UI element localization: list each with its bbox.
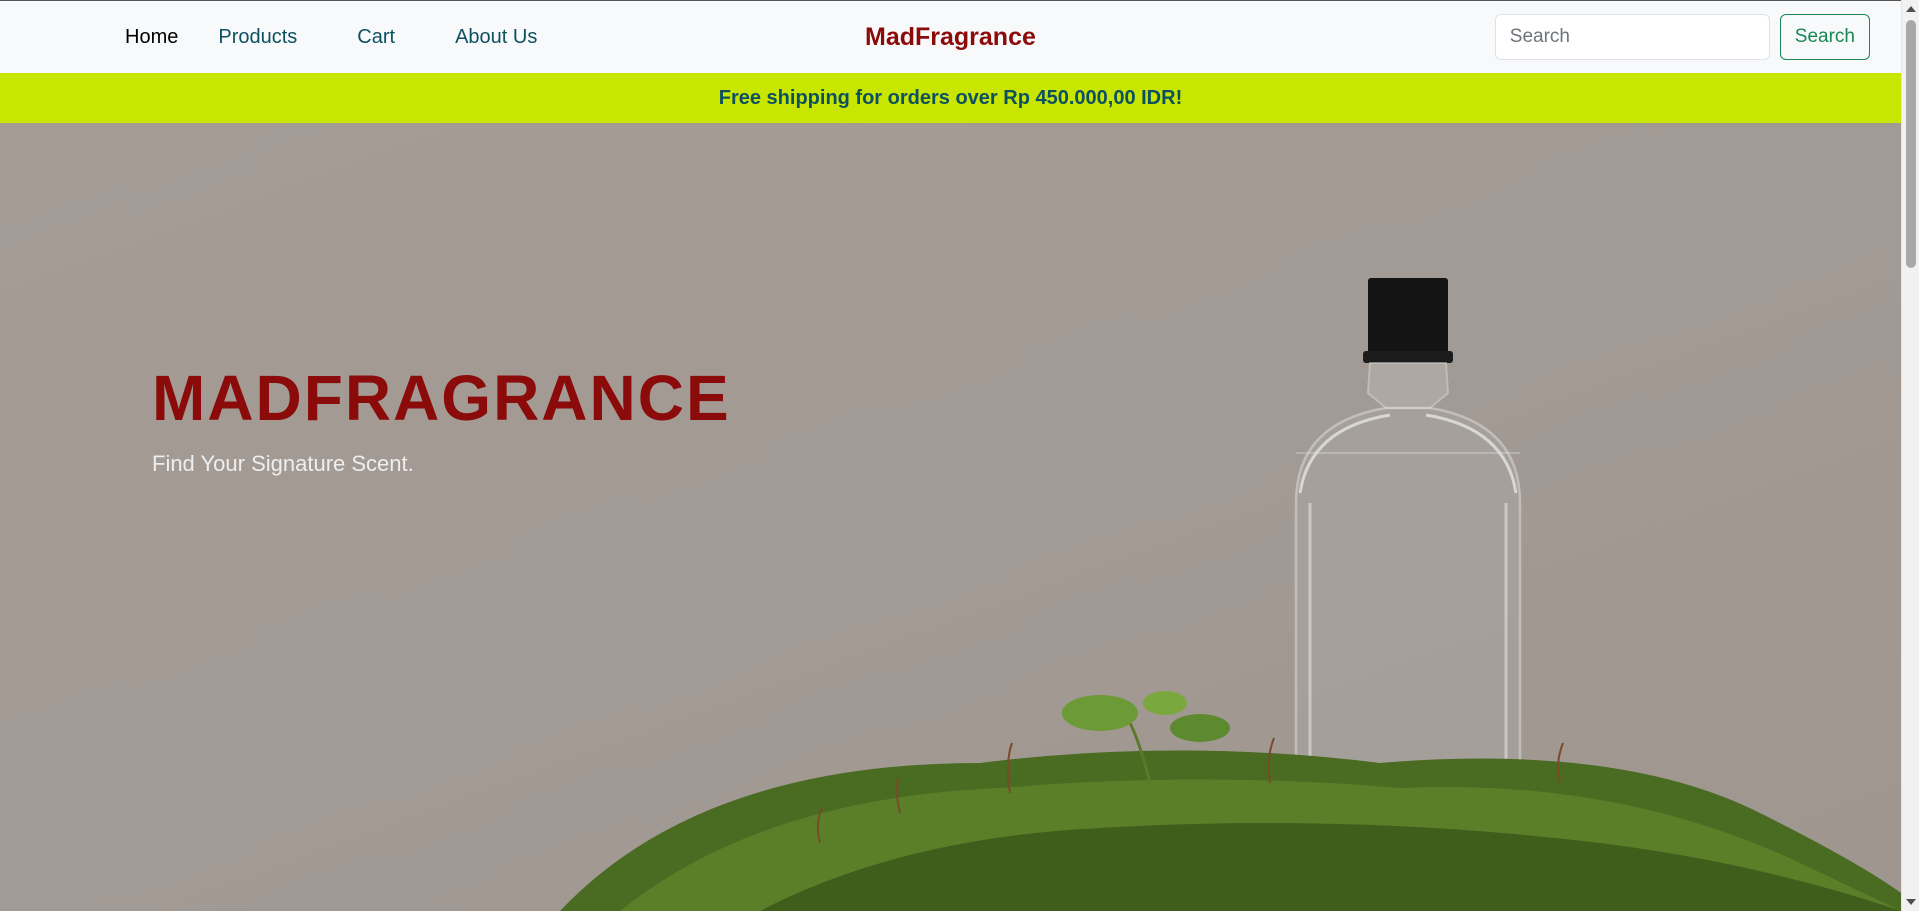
promo-banner: Free shipping for orders over Rp 450.000… <box>0 73 1901 123</box>
search-button[interactable]: Search <box>1779 14 1870 60</box>
search-form: Search <box>1494 14 1870 60</box>
hero-title: MADFRAGRANCE <box>152 362 731 434</box>
nav-link-cart[interactable]: Cart <box>357 23 395 51</box>
promo-text: Free shipping for orders over Rp 450.000… <box>718 86 1183 109</box>
scrollbar-thumb[interactable] <box>1906 20 1916 268</box>
nav-links: Home Products Cart About Us <box>125 23 577 51</box>
scroll-down-icon[interactable] <box>1906 899 1916 905</box>
brand-logo[interactable]: MadFragrance <box>865 22 1036 52</box>
hero-image <box>0 123 1901 911</box>
page: Home Products Cart About Us MadFragrance… <box>0 0 1919 911</box>
scroll-up-icon[interactable] <box>1906 6 1916 12</box>
hero-section: MADFRAGRANCE Find Your Signature Scent. <box>0 123 1901 911</box>
navbar: Home Products Cart About Us MadFragrance… <box>0 0 1901 73</box>
nav-link-products[interactable]: Products <box>218 23 297 51</box>
vertical-scrollbar[interactable] <box>1901 0 1919 911</box>
nav-link-about-us[interactable]: About Us <box>455 23 537 51</box>
nav-link-home[interactable]: Home <box>125 23 178 51</box>
hero-subtitle: Find Your Signature Scent. <box>152 451 414 476</box>
search-input[interactable] <box>1494 14 1770 60</box>
